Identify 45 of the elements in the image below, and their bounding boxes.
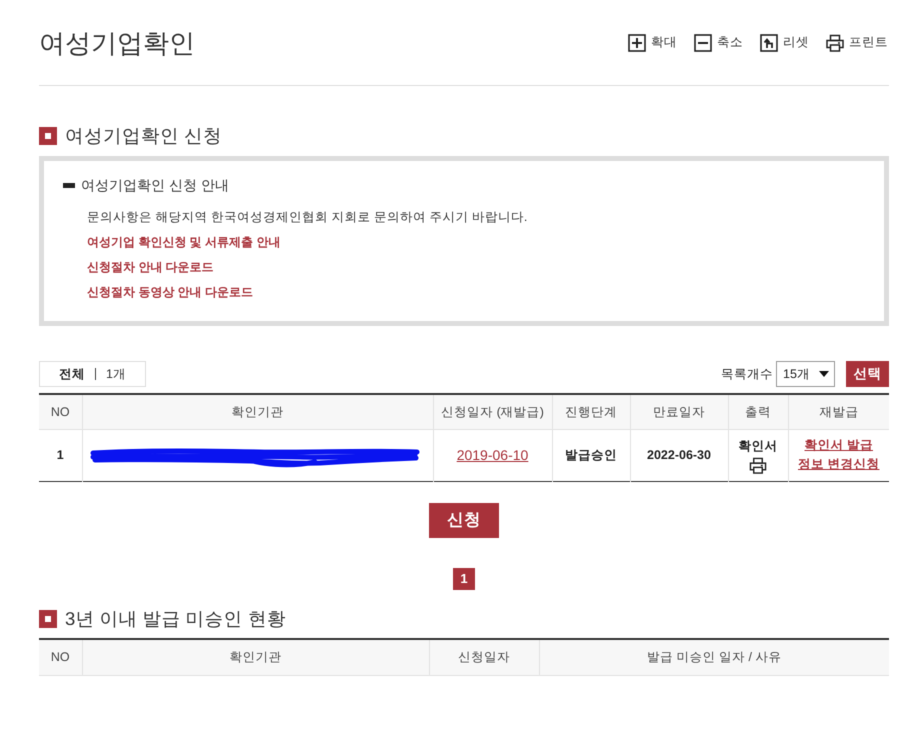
certificate-label: 확인서 [738, 438, 778, 454]
date-link[interactable]: 2019-06-10 [456, 446, 528, 463]
guide-title: 여성기업확인 신청 안내 [81, 176, 229, 196]
guide-link[interactable]: 신청절차 동영상 안내 다운로드 [87, 285, 254, 300]
column-header: NO [39, 638, 82, 676]
square-bullet-icon [39, 610, 57, 628]
zoom-in-button[interactable]: 확대 [628, 33, 677, 52]
column-header: 진행단계 [552, 394, 630, 430]
section-heading: 여성기업확인 신청 [65, 125, 222, 148]
table-cell: 2022-06-30 [630, 429, 728, 482]
printer-icon[interactable] [749, 456, 767, 474]
caret-icon [819, 371, 829, 378]
minus-square-icon [694, 34, 712, 52]
column-header: 신청일자 (재발급) [433, 394, 552, 430]
table-cell: 발급승인 [552, 429, 630, 482]
column-header: 신청일자 [429, 638, 539, 676]
page-size-dropdown[interactable]: 15개 [776, 361, 835, 388]
print-button[interactable]: 프린트 [826, 33, 888, 52]
section-heading: 3년 이내 발급 미승인 현황 [65, 608, 286, 630]
apply-button[interactable]: 신청 [429, 502, 499, 538]
column-header: 확인기관 [82, 638, 429, 676]
reissue-link[interactable]: 확인서 발급 [804, 436, 873, 454]
column-header: 재발급 [788, 394, 889, 430]
column-header: 발급 미승인 일자 / 사유 [539, 638, 889, 676]
table-cell: 1 [39, 429, 82, 482]
guide-link[interactable]: 신청절차 안내 다운로드 [87, 260, 214, 274]
total-count: 1개 [106, 366, 126, 383]
page-size-label: 목록개수 [721, 366, 773, 383]
page-title: 여성기업확인 [39, 30, 195, 56]
zoom-out-button[interactable]: 축소 [694, 33, 743, 52]
printer-icon [826, 34, 844, 52]
page-number[interactable]: 1 [453, 568, 475, 590]
total-label: 전체 [59, 366, 86, 383]
plus-square-icon [628, 34, 646, 52]
square-bullet-icon [39, 127, 57, 146]
select-button[interactable]: 선택 [846, 361, 889, 388]
reissue-link[interactable]: 정보 변경신청 [798, 455, 880, 474]
reset-button[interactable]: 리셋 [760, 33, 809, 52]
column-header: 확인기관 [82, 394, 433, 430]
column-header: 만료일자 [630, 394, 728, 430]
dash-icon [63, 183, 75, 188]
column-header: 출력 [728, 394, 788, 430]
column-header: NO [39, 394, 82, 430]
guide-link[interactable]: 여성기업 확인신청 및 서류제출 안내 [87, 235, 280, 250]
guide-text: 문의사항은 해당지역 한국여성경제인협회 지회로 문의하여 주시기 바랍니다. [87, 210, 528, 224]
